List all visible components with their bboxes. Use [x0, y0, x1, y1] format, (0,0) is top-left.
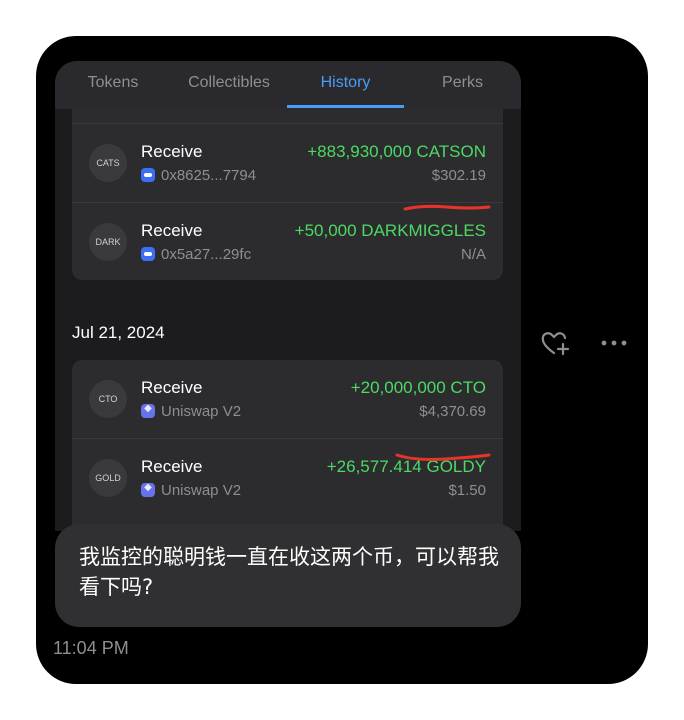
history-group-card: CTO Receive Uniswap V2 +20,000,000 CTO $…	[72, 360, 503, 531]
tab-active-indicator	[287, 105, 404, 108]
row-usd-value: N/A	[460, 246, 486, 263]
tab-tokens[interactable]: Tokens	[55, 61, 171, 109]
row-usd-value: $1.50	[448, 482, 486, 499]
ethereum-icon	[141, 482, 155, 497]
message-timestamp: 11:04 PM	[53, 638, 129, 658]
red-underline-annotation	[403, 204, 491, 211]
row-source: 0x5a27...29fc	[141, 246, 251, 263]
tab-history[interactable]: History	[287, 61, 404, 109]
row-title: Receive	[141, 378, 203, 397]
row-source: 0x8625...7794	[141, 167, 256, 184]
heart-plus-icon[interactable]	[540, 329, 572, 359]
token-logo: DARK	[89, 223, 127, 261]
history-row[interactable]: CTO Receive Uniswap V2 +20,000,000 CTO $…	[72, 360, 503, 438]
token-logo: CATS	[89, 144, 127, 182]
row-usd-value: $4,370.69	[419, 403, 486, 420]
row-usd-value: $302.19	[431, 167, 486, 184]
message-frame: Tokens Collectibles History Perks CATS R…	[36, 36, 648, 684]
row-amount: +20,000,000 CTO	[350, 378, 486, 397]
history-group-card: CATS Receive 0x8625...7794 +883,930,000 …	[72, 109, 503, 280]
row-title: Receive	[141, 221, 203, 240]
wallet-screenshot[interactable]: Tokens Collectibles History Perks CATS R…	[55, 61, 521, 531]
row-source: Uniswap V2	[141, 403, 241, 420]
tab-perks[interactable]: Perks	[404, 61, 521, 109]
date-header: Jul 21, 2024	[72, 323, 165, 342]
blue-pill-icon	[141, 168, 155, 182]
message-text: 我监控的聪明钱一直在收这两个币，可以帮我看下吗?	[79, 545, 499, 599]
red-underline-annotation	[395, 453, 491, 461]
row-title: Receive	[141, 142, 203, 161]
tab-collectibles[interactable]: Collectibles	[171, 61, 287, 109]
row-amount: +50,000 DARKMIGGLES	[294, 221, 486, 240]
tab-bar: Tokens Collectibles History Perks	[55, 61, 521, 109]
message-bubble[interactable]: 我监控的聪明钱一直在收这两个币，可以帮我看下吗?	[55, 524, 521, 627]
ethereum-icon	[141, 403, 155, 418]
row-title: Receive	[141, 457, 203, 476]
history-row[interactable]: CATS Receive 0x8625...7794 +883,930,000 …	[72, 124, 503, 202]
row-amount: +883,930,000 CATSON	[307, 142, 486, 161]
token-logo: GOLD	[89, 459, 127, 497]
row-source: Uniswap V2	[141, 482, 241, 499]
token-logo: CTO	[89, 380, 127, 418]
blue-pill-icon	[141, 247, 155, 261]
more-icon[interactable]	[600, 338, 628, 348]
